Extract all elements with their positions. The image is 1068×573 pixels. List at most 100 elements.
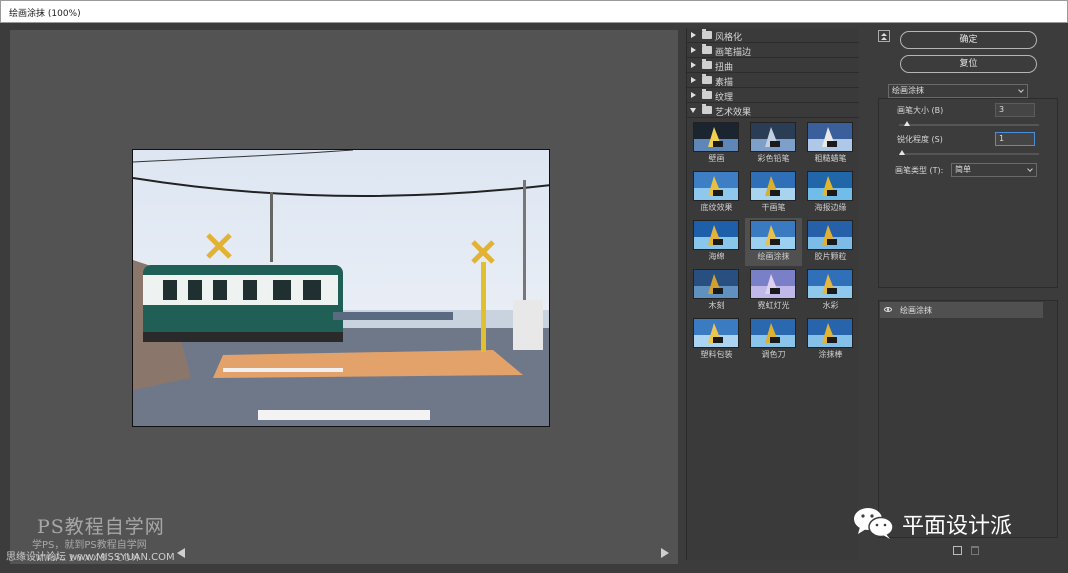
folder-icon (702, 29, 712, 39)
brush-type-value: 简单 (955, 165, 971, 174)
folder-sketch[interactable]: 素描 (687, 73, 859, 88)
filter-thumb[interactable]: 调色刀 (745, 316, 802, 364)
preview-image (132, 149, 550, 427)
filter-thumb[interactable]: 海报边缘 (802, 169, 859, 217)
new-effect-layer-icon[interactable] (953, 546, 962, 555)
folder-distort[interactable]: 扭曲 (687, 58, 859, 73)
folder-open-icon (702, 104, 712, 114)
folder-texture[interactable]: 纹理 (687, 88, 859, 103)
sharpness-slider[interactable] (898, 150, 1039, 155)
filter-select[interactable]: 绘画涂抹 (888, 84, 1028, 98)
effect-layer-name: 绘画涂抹 (900, 306, 932, 315)
eye-icon[interactable] (884, 307, 892, 312)
folder-label: 艺术效果 (715, 108, 752, 118)
filter-preview-image (750, 318, 796, 348)
filter-select-value: 绘画涂抹 (892, 86, 924, 95)
folder-icon (702, 89, 712, 99)
folder-brush-strokes[interactable]: 画笔描边 (687, 43, 859, 58)
expand-triangle-icon (691, 62, 696, 68)
watermark-bottom: 思缘设计论坛 www.MISSYUAN.COM (6, 552, 175, 563)
trash-icon[interactable] (971, 546, 979, 555)
folder-label: 素描 (715, 78, 734, 88)
filter-thumb-label: 水彩 (822, 301, 839, 310)
filter-thumb[interactable]: 绘画涂抹 (745, 218, 802, 266)
scroll-left-button[interactable] (177, 548, 185, 558)
filter-thumb-label: 粗糙蜡笔 (814, 154, 847, 163)
filter-thumb[interactable]: 木刻 (688, 267, 745, 315)
filter-thumb[interactable]: 水彩 (802, 267, 859, 315)
wechat-icon (854, 508, 894, 539)
filter-thumb-label: 塑料包装 (700, 350, 733, 359)
filter-thumb[interactable]: 塑料包装 (688, 316, 745, 364)
filter-preview-image (807, 171, 853, 201)
filter-thumb[interactable]: 干画笔 (745, 169, 802, 217)
filter-thumb-label: 底纹效果 (700, 203, 733, 212)
slider-knob[interactable] (904, 121, 911, 126)
effect-layer-row[interactable]: 绘画涂抹 (880, 302, 1043, 318)
sharpness-label: 锐化程度 (S) (897, 135, 943, 144)
brush-size-label: 画笔大小 (B) (897, 106, 944, 115)
filter-thumb-label: 壁画 (708, 154, 725, 163)
collapse-triangle-icon (690, 108, 696, 113)
filter-preview-image (693, 269, 739, 299)
filter-thumb[interactable]: 胶片颗粒 (802, 218, 859, 266)
preview-pane: PS教程自学网 学PS，就到PS教程自学网 WWW.16XX8.COM (10, 30, 678, 564)
filter-preview-image (693, 122, 739, 152)
settings-panel: 确定 复位 绘画涂抹 画笔大小 (B) 3 锐化程度 (S) 1 画笔类型 (T… (872, 28, 1060, 566)
scroll-right-button[interactable] (661, 548, 669, 558)
filter-thumb-label: 海绵 (708, 252, 725, 261)
filter-preview-image (750, 269, 796, 299)
filter-thumb[interactable]: 粗糙蜡笔 (802, 120, 859, 168)
filter-thumb-label: 涂抹棒 (818, 350, 843, 359)
title-bar: 绘画涂抹 (100%) (0, 0, 1068, 23)
expand-triangle-icon (691, 77, 696, 83)
window-title: 绘画涂抹 (100%) (9, 9, 81, 19)
filter-preview-image (807, 269, 853, 299)
filter-thumb[interactable]: 彩色铅笔 (745, 120, 802, 168)
filter-gallery: 风格化 画笔描边 扭曲 素描 纹理 艺术效果 壁画 彩色铅笔 粗糙蜡笔底纹效果 干画笔… (686, 28, 859, 560)
folder-artistic[interactable]: 艺术效果 (687, 103, 859, 118)
filter-thumb-label: 绘画涂抹 (757, 252, 790, 261)
filter-thumb-label: 调色刀 (761, 350, 786, 359)
filter-preview-image (750, 171, 796, 201)
filter-preview-image (750, 122, 796, 152)
filter-thumb[interactable]: 涂抹棒 (802, 316, 859, 364)
brush-type-label: 画笔类型 (T): (895, 166, 944, 175)
filter-thumb[interactable]: 海绵 (688, 218, 745, 266)
filter-preview-image (807, 220, 853, 250)
filter-thumb[interactable]: 霓虹灯光 (745, 267, 802, 315)
brand-watermark: 平面设计派 (902, 514, 1013, 539)
filter-preview-image (807, 318, 853, 348)
filter-preview-image (693, 318, 739, 348)
brush-size-slider[interactable] (899, 121, 1039, 126)
filter-preview-image (750, 220, 796, 250)
filter-thumb-label: 木刻 (708, 301, 725, 310)
filter-thumb-label: 彩色铅笔 (757, 154, 790, 163)
filter-thumb[interactable]: 壁画 (688, 120, 745, 168)
filter-thumb-label: 干画笔 (761, 203, 786, 212)
reset-button[interactable]: 复位 (900, 55, 1037, 73)
chevron-down-icon (1027, 166, 1033, 172)
expand-triangle-icon (691, 47, 696, 53)
sharpness-input[interactable]: 1 (995, 132, 1035, 146)
filter-thumb-label: 胶片颗粒 (814, 252, 847, 261)
folder-label: 扭曲 (715, 63, 734, 73)
brush-type-select[interactable]: 简单 (951, 163, 1037, 177)
expand-triangle-icon (691, 92, 696, 98)
folder-stylize[interactable]: 风格化 (687, 28, 859, 43)
filter-parameters: 画笔大小 (B) 3 锐化程度 (S) 1 画笔类型 (T): 简单 (878, 98, 1058, 288)
folder-icon (702, 44, 712, 54)
filter-preview-image (807, 122, 853, 152)
chevron-down-icon (1018, 87, 1024, 93)
filter-thumb[interactable]: 底纹效果 (688, 169, 745, 217)
filter-thumb-label: 霓虹灯光 (757, 301, 790, 310)
expand-triangle-icon (691, 32, 696, 38)
ok-button[interactable]: 确定 (900, 31, 1037, 49)
slider-knob[interactable] (898, 150, 905, 155)
folder-icon (702, 74, 712, 84)
folder-label: 画笔描边 (715, 48, 752, 58)
watermark-title: PS教程自学网 (37, 516, 165, 538)
effect-layers-panel: 绘画涂抹 (878, 300, 1058, 538)
collapse-gallery-button[interactable] (878, 30, 890, 42)
brush-size-input[interactable]: 3 (995, 103, 1035, 117)
